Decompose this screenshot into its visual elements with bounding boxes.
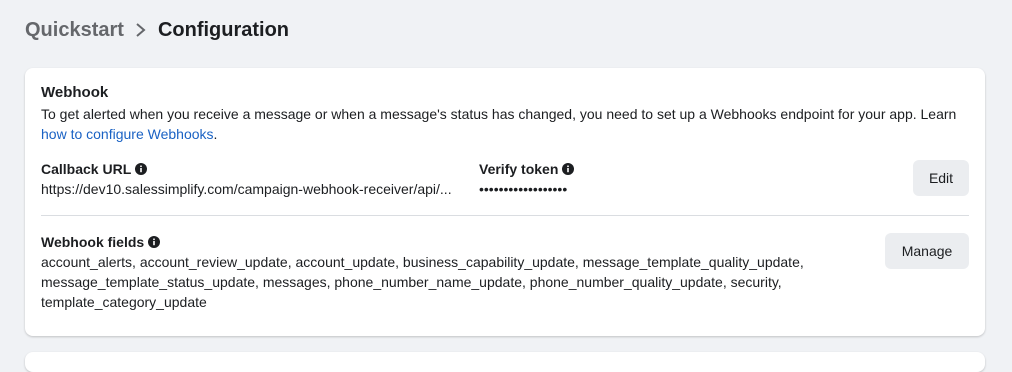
verify-token-value: •••••••••••••••••• (479, 181, 568, 197)
verify-token-section: Verify token •••••••••••••••••• (479, 161, 679, 197)
webhook-fields-list: account_alerts, account_review_update, a… (41, 254, 804, 310)
configure-webhooks-link[interactable]: how to configure Webhooks (41, 126, 214, 142)
callback-url-label-text: Callback URL (41, 161, 132, 177)
next-card (25, 352, 985, 372)
callback-url-value: https://dev10.salessimplify.com/campaign… (41, 181, 452, 197)
verify-token-label: Verify token (479, 161, 679, 177)
verify-token-label-text: Verify token (479, 161, 559, 177)
webhook-title: Webhook (41, 84, 109, 101)
webhook-description-end: . (213, 126, 218, 142)
info-icon[interactable] (562, 163, 575, 175)
webhook-fields-section: Webhook fields account_alerts, account_r… (41, 234, 841, 312)
webhook-card: Webhook To get alerted when you receive … (25, 68, 985, 336)
breadcrumb: Quickstart Configuration (25, 17, 289, 43)
info-icon[interactable] (148, 236, 161, 248)
webhook-description-text: To get alerted when you receive a messag… (41, 106, 957, 122)
info-icon[interactable] (135, 163, 148, 175)
callback-url-label: Callback URL (41, 161, 465, 177)
webhook-fields-label-text: Webhook fields (41, 234, 145, 250)
webhook-fields-label: Webhook fields (41, 234, 841, 250)
manage-button[interactable]: Manage (885, 233, 969, 269)
edit-button[interactable]: Edit (913, 160, 969, 196)
callback-url-section: Callback URL https://dev10.salessimplify… (41, 161, 465, 197)
page-title: Configuration (157, 19, 290, 41)
webhook-description: To get alerted when you receive a messag… (41, 104, 971, 144)
chevron-right-icon (136, 23, 146, 37)
divider (41, 215, 969, 216)
breadcrumb-quickstart[interactable]: Quickstart (25, 17, 124, 43)
